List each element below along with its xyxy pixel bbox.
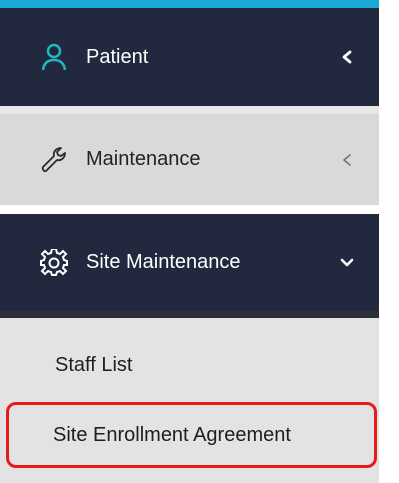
active-indicator-strip [0, 0, 379, 8]
chevron-down-icon[interactable] [337, 253, 357, 273]
wrench-icon [34, 140, 74, 180]
submenu-item-label: Site Enrollment Agreement [53, 423, 291, 446]
sidebar-menu: Patient Maintenance Site Maintenance Sta… [0, 0, 379, 483]
chevron-left-icon[interactable] [337, 47, 357, 67]
sidebar-item-site-maintenance[interactable]: Site Maintenance [0, 214, 379, 311]
user-outline-icon [34, 37, 74, 77]
sidebar-item-patient[interactable]: Patient [0, 8, 379, 106]
divider [0, 205, 379, 214]
site-maintenance-submenu: Staff List Site Enrollment Agreement [0, 311, 379, 483]
sidebar-item-label: Patient [86, 45, 149, 68]
sidebar-item-maintenance[interactable]: Maintenance [0, 114, 379, 205]
submenu-item-label: Staff List [55, 353, 133, 376]
chevron-left-icon[interactable] [337, 150, 357, 170]
gear-icon [34, 243, 74, 283]
sidebar-item-label: Maintenance [86, 148, 201, 170]
divider [0, 106, 379, 114]
sidebar-item-label: Site Maintenance [86, 251, 241, 273]
divider [0, 311, 379, 318]
submenu-item-staff-list[interactable]: Staff List [0, 335, 379, 395]
submenu-item-site-enrollment-agreement[interactable]: Site Enrollment Agreement [0, 405, 379, 465]
